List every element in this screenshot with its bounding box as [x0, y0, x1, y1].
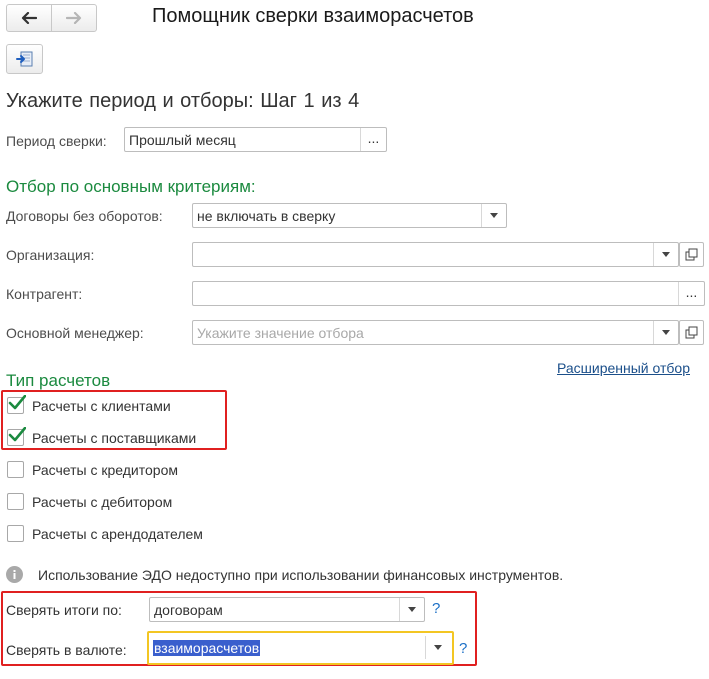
- open-form-icon: [685, 248, 698, 261]
- back-button[interactable]: [7, 5, 51, 31]
- dropdown-button[interactable]: [399, 598, 424, 621]
- reconcile-currency-help-button[interactable]: ?: [459, 640, 467, 657]
- check-icon: [8, 427, 26, 442]
- period-field[interactable]: Прошлый месяц ...: [124, 127, 387, 152]
- step-title: Укажите период и отборы: Шаг 1 из 4: [6, 90, 360, 112]
- organization-open-button[interactable]: [679, 242, 704, 267]
- checkbox-suppliers[interactable]: [7, 427, 26, 446]
- reconcile-currency-select[interactable]: взаиморасчетов: [150, 636, 450, 660]
- counterparty-select-button[interactable]: ...: [678, 282, 704, 305]
- manager-field[interactable]: Укажите значение отбора: [192, 320, 679, 345]
- contracts-value: не включать в сверку: [197, 208, 336, 224]
- dropdown-button[interactable]: [481, 204, 506, 227]
- advanced-filter-link[interactable]: Расширенный отбор: [557, 360, 690, 376]
- dropdown-button[interactable]: [653, 321, 678, 344]
- checkbox-debtor[interactable]: [7, 493, 24, 510]
- reconcile-currency-label: Сверять в валюте:: [6, 642, 127, 658]
- settlement-types-heading: Тип расчетов: [6, 371, 111, 390]
- manager-placeholder: Укажите значение отбора: [197, 325, 364, 341]
- chevron-down-icon: [434, 645, 442, 650]
- reconcile-currency-value: взаиморасчетов: [153, 640, 261, 656]
- checkbox-landlord[interactable]: [7, 525, 24, 542]
- period-select-button[interactable]: ...: [360, 128, 386, 151]
- open-form-icon: [685, 326, 698, 339]
- check-icon: [8, 395, 26, 410]
- forward-button[interactable]: [51, 5, 96, 31]
- criteria-heading: Отбор по основным критериям:: [6, 177, 256, 196]
- reconcile-by-label: Сверять итоги по:: [6, 602, 122, 618]
- toolbar-action-button[interactable]: [6, 44, 43, 74]
- reconcile-by-value: договорам: [154, 602, 223, 618]
- counterparty-field[interactable]: ...: [192, 281, 705, 306]
- document-arrow-icon: [15, 51, 32, 67]
- chevron-down-icon: [662, 330, 670, 335]
- chevron-down-icon: [408, 607, 416, 612]
- reconcile-by-select[interactable]: договорам: [149, 597, 425, 622]
- checkbox-suppliers-label[interactable]: Расчеты с поставщиками: [32, 430, 196, 446]
- organization-label: Организация:: [6, 247, 95, 263]
- navigation-buttons: [6, 4, 97, 32]
- counterparty-label: Контрагент:: [6, 286, 83, 302]
- dropdown-button[interactable]: [425, 636, 450, 659]
- info-icon: [6, 566, 23, 583]
- contracts-select[interactable]: не включать в сверку: [192, 203, 507, 228]
- selected-text: взаиморасчетов: [153, 640, 261, 656]
- checkbox-debtor-label[interactable]: Расчеты с дебитором: [32, 494, 172, 510]
- checkbox-creditor-label[interactable]: Расчеты с кредитором: [32, 462, 178, 478]
- checkbox-landlord-label[interactable]: Расчеты с арендодателем: [32, 526, 203, 542]
- organization-field[interactable]: [192, 242, 679, 267]
- reconcile-by-help-button[interactable]: ?: [432, 600, 440, 617]
- checkbox-clients[interactable]: [7, 395, 26, 414]
- chevron-down-icon: [662, 252, 670, 257]
- contracts-label: Договоры без оборотов:: [6, 208, 163, 224]
- chevron-down-icon: [490, 213, 498, 218]
- period-value: Прошлый месяц: [129, 132, 236, 148]
- info-text: Использование ЭДО недоступно при использ…: [38, 567, 564, 583]
- checkbox-clients-label[interactable]: Расчеты с клиентами: [32, 398, 171, 414]
- period-label: Период сверки:: [6, 133, 107, 149]
- manager-open-button[interactable]: [679, 320, 704, 345]
- window-title: Помощник сверки взаиморасчетов: [152, 5, 474, 27]
- dropdown-button[interactable]: [653, 243, 678, 266]
- manager-label: Основной менеджер:: [6, 325, 144, 341]
- checkbox-creditor[interactable]: [7, 461, 24, 478]
- arrow-left-icon: [21, 12, 37, 24]
- arrow-right-icon: [66, 12, 82, 24]
